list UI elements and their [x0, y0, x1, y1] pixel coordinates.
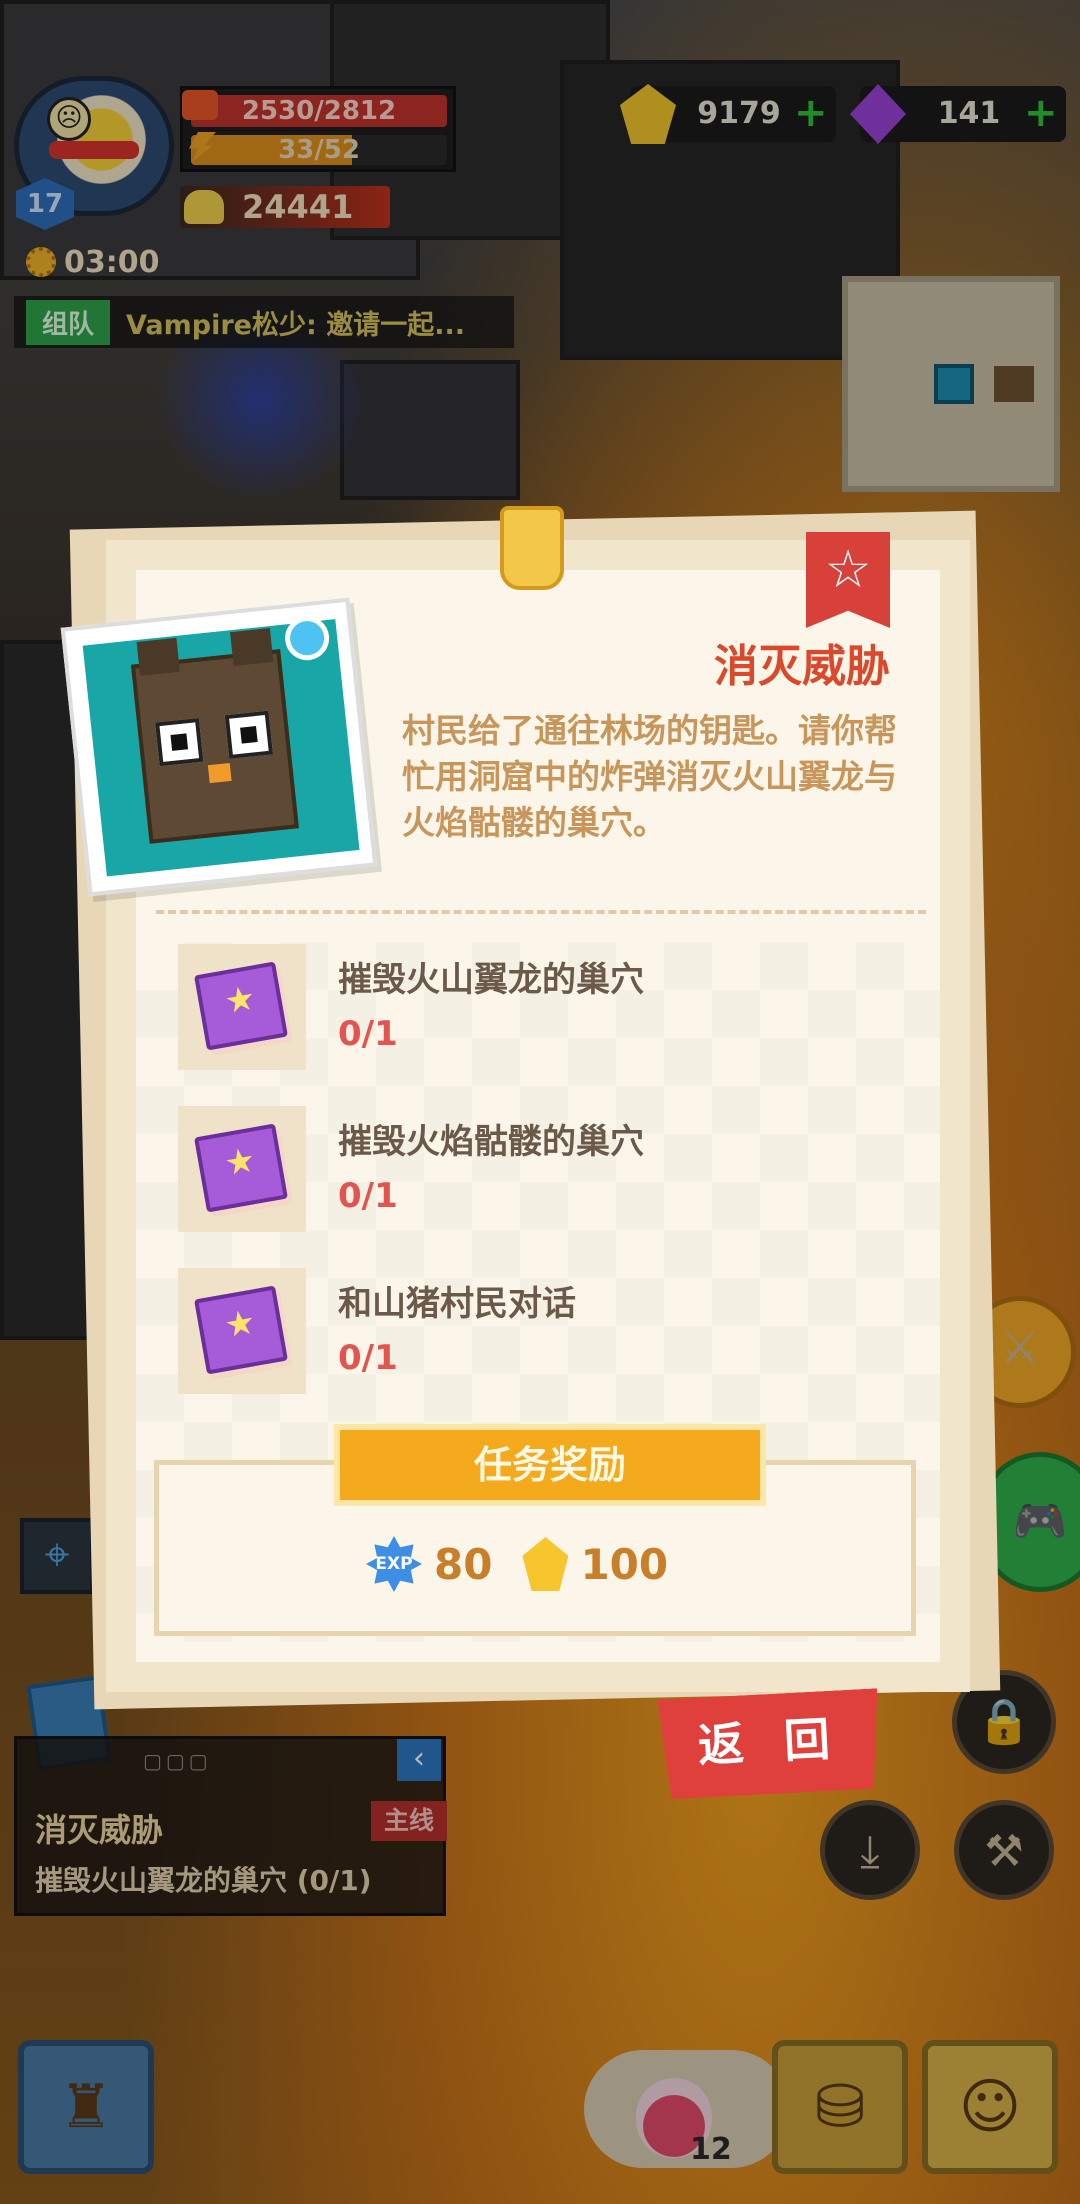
- owl-eye: [224, 710, 274, 759]
- objective-icon-frame: [178, 1268, 306, 1394]
- owl-ear: [136, 637, 180, 676]
- exp-icon: EXP: [366, 1536, 422, 1592]
- quest-objective: 摧毁火山翼龙的巢穴 0/1: [178, 944, 898, 1074]
- objective-name: 摧毁火焰骷髅的巢穴: [338, 1122, 644, 1162]
- gold-reward-value: 100: [580, 1539, 669, 1589]
- owl-npc-icon: [130, 628, 299, 844]
- exp-reward-value: 80: [434, 1539, 493, 1589]
- dashed-divider: [156, 910, 926, 914]
- quest-title: 消灭威胁: [714, 641, 890, 692]
- objective-progress: 0/1: [338, 1176, 398, 1216]
- reward-title-banner: 任务奖励: [334, 1424, 766, 1506]
- owl-eye: [155, 717, 204, 767]
- objective-icon-frame: [178, 1106, 306, 1232]
- back-button[interactable]: 返 回: [658, 1688, 883, 1799]
- objective-icon-frame: [178, 944, 306, 1070]
- magic-book-icon: [194, 961, 288, 1051]
- magic-book-icon: [194, 1285, 288, 1375]
- pushpin-icon: [500, 506, 564, 590]
- gold-coin-icon: [522, 1537, 569, 1591]
- objective-name: 摧毁火山翼龙的巢穴: [338, 960, 644, 1000]
- objective-name: 和山猪村民对话: [338, 1284, 576, 1324]
- quest-description: 村民给了通往林场的钥匙。请你帮忙用洞窟中的炸弹消灭火山翼龙与火焰骷髅的巢穴。: [402, 711, 897, 842]
- star-icon: ☆: [824, 540, 872, 600]
- reward-list: EXP 80 100: [366, 1534, 668, 1594]
- quest-objective: 摧毁火焰骷髅的巢穴 0/1: [178, 1106, 898, 1236]
- owl-beak: [207, 762, 232, 784]
- magic-book-icon: [194, 1123, 288, 1213]
- quest-giver-portrait: [60, 597, 378, 897]
- objective-progress: 0/1: [338, 1014, 398, 1054]
- objective-progress: 0/1: [338, 1338, 398, 1378]
- quest-objective: 和山猪村民对话 0/1: [178, 1268, 898, 1398]
- owl-ear: [230, 628, 274, 667]
